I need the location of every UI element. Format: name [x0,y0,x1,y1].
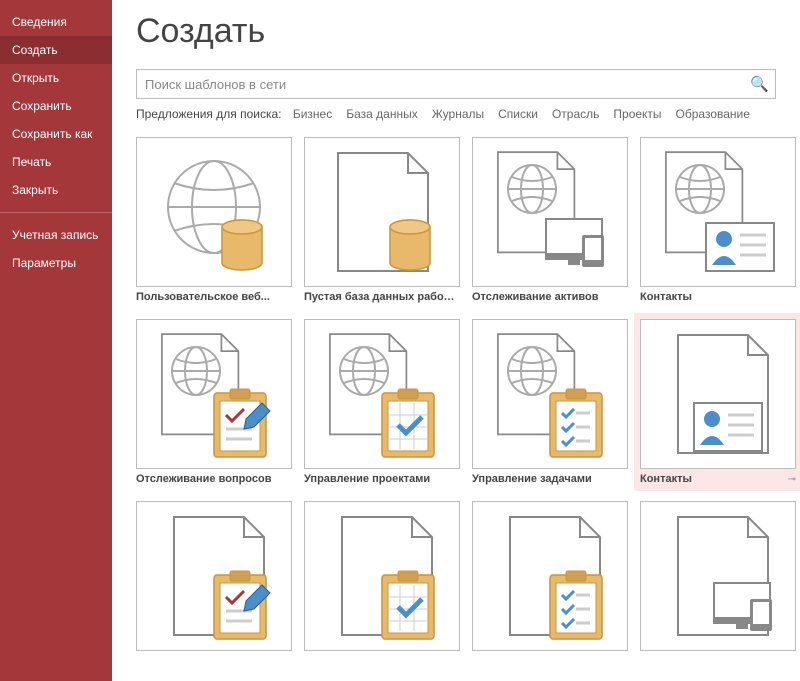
sidebar-item-5[interactable]: Печать [0,148,112,176]
sidebar-separator [0,212,112,213]
template-tile-8[interactable] [136,501,292,655]
template-thumb [304,319,460,469]
template-label: Управление проектами [304,473,460,485]
template-thumb [472,137,628,287]
template-thumb [136,137,292,287]
template-label: Отслеживание активов [472,291,628,303]
template-label: Пустая база данных рабочего... [304,291,460,303]
suggest-label: Предложения для поиска: [136,107,281,121]
suggest-link-1[interactable]: База данных [346,107,417,121]
sidebar-footer-0[interactable]: Учетная запись [0,221,112,249]
template-thumb [640,137,796,287]
template-tile-9[interactable] [304,501,460,655]
template-thumb [136,319,292,469]
template-tile-1[interactable]: Пустая база данных рабочего... [304,137,460,303]
suggest-link-5[interactable]: Проекты [613,107,661,121]
template-tile-5[interactable]: Управление проектами [304,319,460,485]
sidebar-item-6[interactable]: Закрыть [0,176,112,204]
suggest-link-0[interactable]: Бизнес [293,107,332,121]
sidebar-item-3[interactable]: Сохранить [0,92,112,120]
template-label: Пользовательское веб... [136,291,292,303]
main-panel: Создать 🔍 Предложения для поиска: Бизнес… [112,0,800,681]
template-tile-3[interactable]: Контакты [640,137,796,303]
template-tile-7[interactable]: Контакты⊸ [634,313,800,491]
suggest-link-4[interactable]: Отрасль [552,107,599,121]
template-grid: Пользовательское веб... Пустая база данны… [136,137,776,655]
template-thumb [472,319,628,469]
sidebar-item-0[interactable]: Сведения [0,8,112,36]
sidebar-item-2[interactable]: Открыть [0,64,112,92]
template-label: Отслеживание вопросов [136,473,292,485]
suggest-link-3[interactable]: Списки [498,107,538,121]
template-label: Контакты [640,291,796,303]
template-thumb [304,501,460,651]
sidebar-item-1[interactable]: Создать [0,36,112,64]
template-tile-10[interactable] [472,501,628,655]
template-tile-2[interactable]: Отслеживание активов [472,137,628,303]
template-thumb [472,501,628,651]
suggest-link-2[interactable]: Журналы [432,107,484,121]
template-label: Контакты [640,473,796,485]
page-title: Создать [136,12,776,51]
template-tile-6[interactable]: Управление задачами [472,319,628,485]
sidebar: СведенияСоздатьОткрытьСохранитьСохранить… [0,0,112,681]
template-thumb [136,501,292,651]
search-icon[interactable]: 🔍 [750,75,769,93]
template-tile-0[interactable]: Пользовательское веб... [136,137,292,303]
pin-icon[interactable]: ⊸ [788,474,796,485]
template-thumb [304,137,460,287]
template-thumb [640,501,796,651]
template-tile-4[interactable]: Отслеживание вопросов [136,319,292,485]
search-suggestions: Предложения для поиска: Бизнес База данны… [136,107,776,121]
sidebar-item-4[interactable]: Сохранить как [0,120,112,148]
search-input[interactable] [137,70,775,98]
sidebar-footer-1[interactable]: Параметры [0,249,112,277]
template-thumb [640,319,796,469]
search-box[interactable]: 🔍 [136,69,776,99]
template-tile-11[interactable] [640,501,796,655]
suggest-link-6[interactable]: Образование [676,107,750,121]
template-label: Управление задачами [472,473,628,485]
